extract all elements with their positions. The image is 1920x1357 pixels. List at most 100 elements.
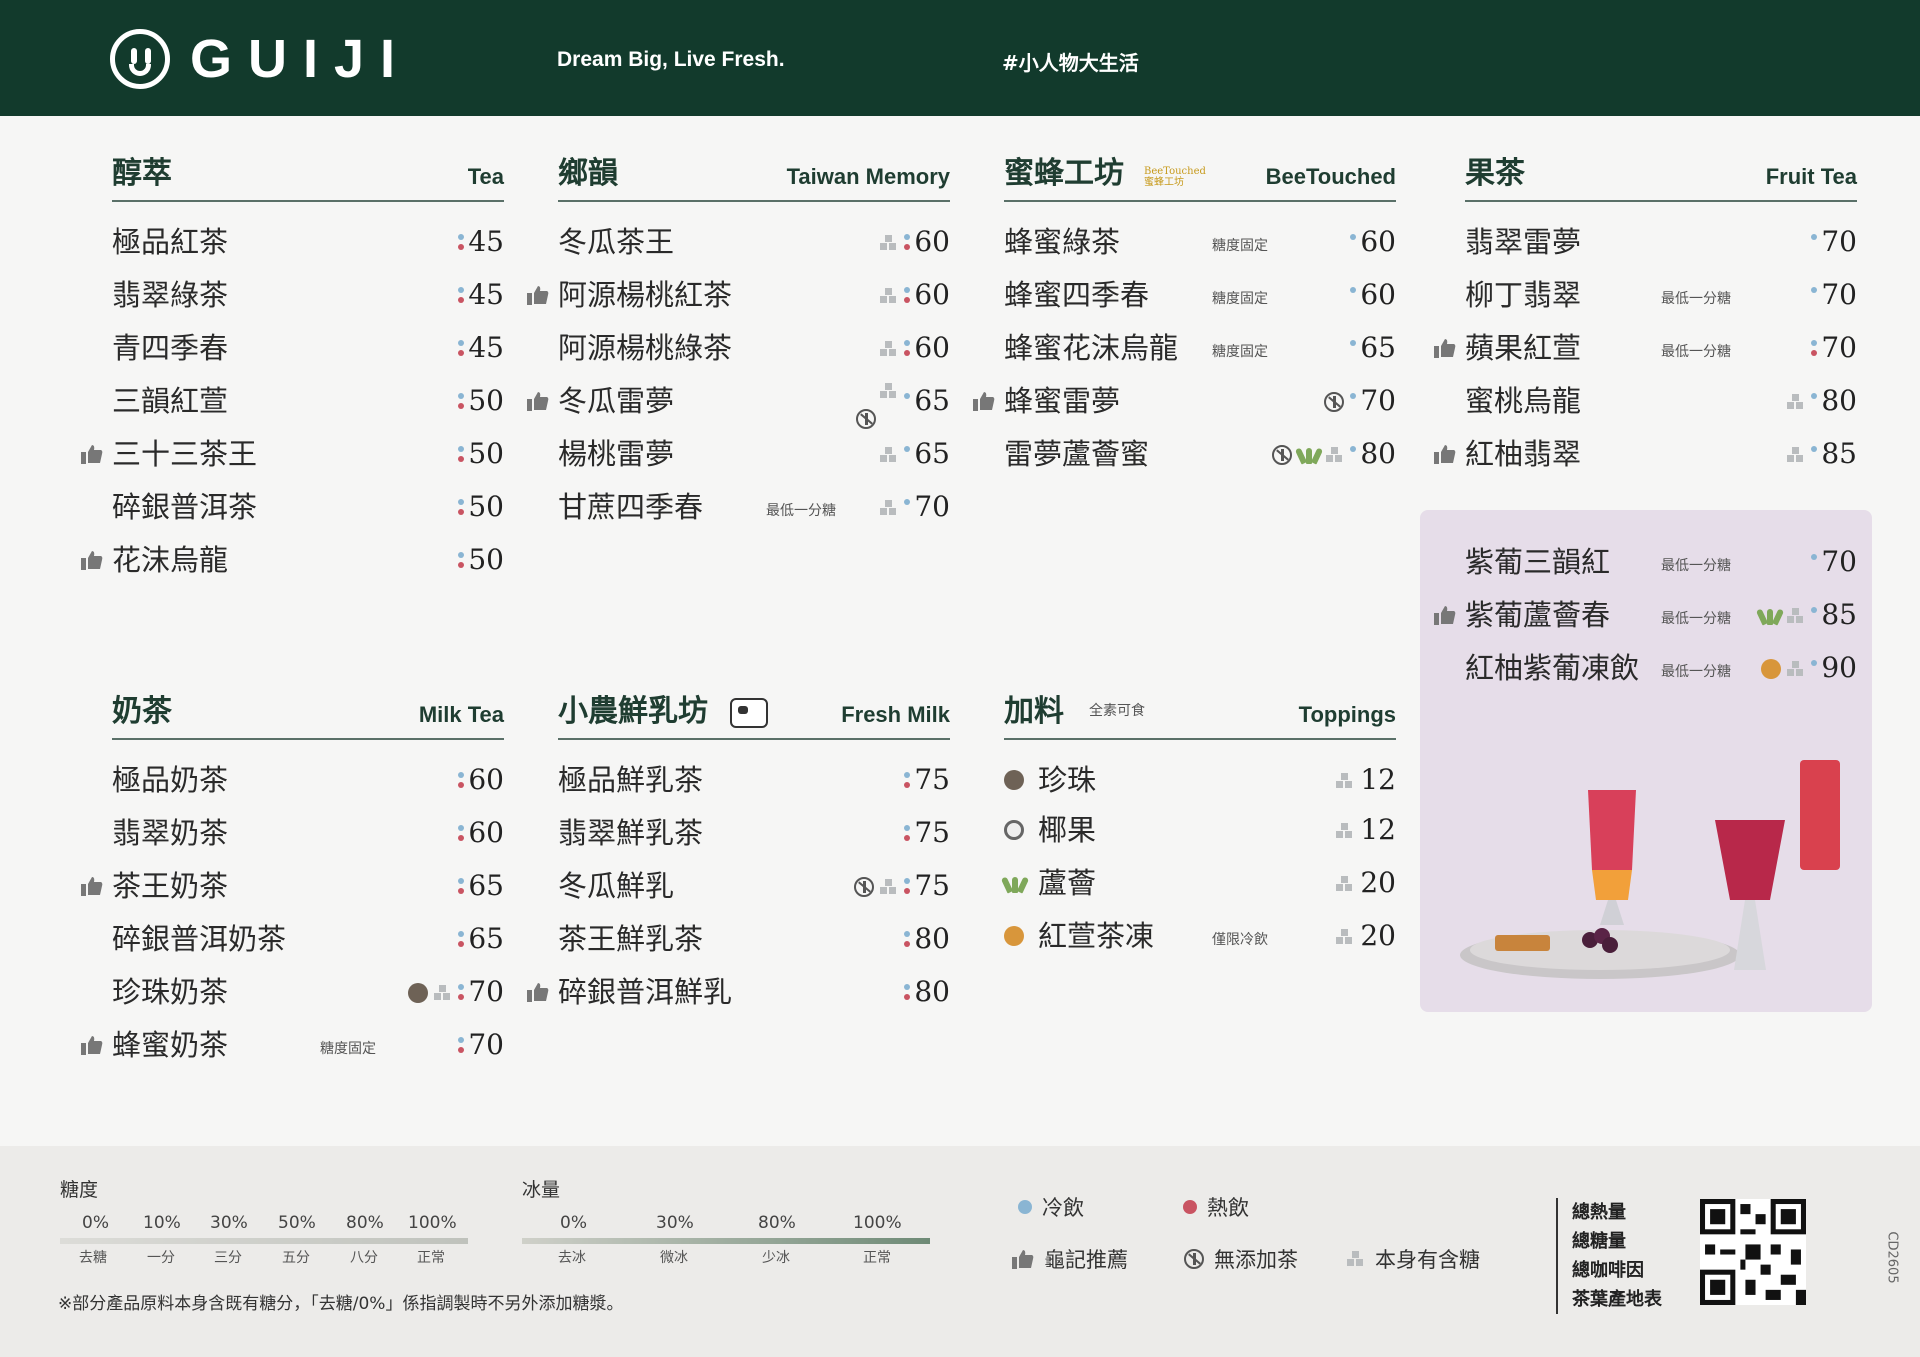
menu-item[interactable]: 青四季春 45 — [112, 328, 504, 368]
cold-dot-icon — [1350, 232, 1358, 254]
sugar-cubes-icon — [880, 500, 898, 516]
cold-hot-dots-icon — [458, 770, 466, 792]
menu-item[interactable]: 蜂蜜綠茶 糖度固定 60 — [1004, 222, 1396, 262]
section-toppings: 加料 全素可食 Toppings 珍珠 12 椰果 12 蘆薈 20 紅萱茶凍 僅限冷飲… — [1000, 688, 1396, 953]
sugar-cubes-icon — [880, 447, 898, 463]
cold-hot-dots-icon — [904, 876, 912, 898]
no-added-tea-icon — [856, 409, 876, 429]
no-added-tea-icon — [854, 877, 874, 897]
item-note: 糖度固定 — [320, 1041, 376, 1057]
item-note: 最低一分糖 — [1661, 291, 1731, 307]
menu-item[interactable]: 蜂蜜四季春 糖度固定 60 — [1004, 275, 1396, 315]
menu-item[interactable]: 翡翠鮮乳茶 75 — [558, 813, 950, 853]
menu-item[interactable]: 翡翠綠茶 45 — [112, 275, 504, 315]
print-code: CD2605 — [1884, 1231, 1900, 1284]
section-header: 加料 全素可食 Toppings — [1004, 688, 1396, 740]
sugar-level: 10% — [143, 1213, 181, 1233]
menu-item[interactable]: 阿源楊桃紅茶 60 — [527, 275, 950, 315]
menu-item[interactable]: 極品紅茶 45 — [112, 222, 504, 262]
nutrition-info-list[interactable]: 總熱量 總糖量 總咖啡因 茶葉產地表 — [1556, 1198, 1662, 1314]
menu-item[interactable]: 阿源楊桃綠茶 60 — [558, 328, 950, 368]
menu-item[interactable]: 蜜桃烏龍 80 — [1465, 381, 1857, 421]
menu-item[interactable]: 冬瓜雷夢 65 — [527, 381, 950, 429]
menu-item[interactable]: 翡翠奶茶 60 — [112, 813, 504, 853]
menu-item[interactable]: 三韻紅萱 50 — [112, 381, 504, 421]
section-bee-touched: 蜜蜂工坊 BeeTouched 蜜蜂工坊 BeeTouched 蜂蜜綠茶 糖度固定 6… — [973, 150, 1396, 471]
item-note: 最低一分糖 — [1661, 664, 1731, 680]
tea-jelly-icon — [1761, 659, 1781, 679]
legend-contains-sugar: 本身有含糖 — [1347, 1244, 1480, 1274]
menu-item[interactable]: 紅柚翡翠 85 — [1434, 434, 1857, 474]
info-item: 總咖啡因 — [1572, 1260, 1644, 1281]
menu-item[interactable]: 紫葡三韻紅 最低一分糖 70 — [1465, 542, 1857, 582]
sugar-cubes-icon — [1787, 394, 1805, 410]
thumbs-up-icon — [973, 392, 995, 411]
footnote: ※部分產品原料本身含既有糖分，「去糖/0%」係指調製時不另外添加糖漿。 — [58, 1294, 624, 1314]
menu-item[interactable]: 極品奶茶 60 — [112, 760, 504, 800]
section-title-en: BeeTouched — [1265, 164, 1396, 189]
qr-code-icon[interactable] — [1700, 1199, 1806, 1305]
menu-item[interactable]: 雷夢蘆薈蜜 80 — [1004, 434, 1396, 474]
menu-item[interactable]: 紅萱茶凍 僅限冷飲 20 — [1004, 916, 1396, 956]
cold-hot-dots-icon — [458, 232, 466, 254]
info-item: 總熱量 — [1572, 1202, 1626, 1223]
menu-item[interactable]: 蘋果紅萱 最低一分糖 70 — [1434, 328, 1857, 368]
menu-item[interactable]: 蜂蜜花沫烏龍 糖度固定 65 — [1004, 328, 1396, 368]
menu-item[interactable]: 極品鮮乳茶 75 — [558, 760, 950, 800]
cold-hot-dots-icon — [904, 497, 912, 519]
thumbs-up-icon — [527, 983, 549, 1002]
cold-hot-dots-icon — [458, 550, 466, 572]
cold-hot-dots-icon — [904, 232, 912, 254]
ice-name: 去冰 — [558, 1250, 586, 1266]
section-header: 蜜蜂工坊 BeeTouched 蜜蜂工坊 BeeTouched — [1004, 150, 1396, 202]
sugar-name: 一分 — [147, 1250, 175, 1266]
menu-item[interactable]: 蜂蜜雷夢 70 — [973, 381, 1396, 421]
menu-item[interactable]: 紅柚紫葡凍飲 最低一分糖 90 — [1465, 648, 1857, 688]
menu-item[interactable]: 三十三茶王 50 — [81, 434, 504, 474]
sugar-cubes-icon — [1787, 447, 1805, 463]
menu-item[interactable]: 甘蔗四季春 最低一分糖 70 — [558, 487, 950, 527]
item-note: 糖度固定 — [1212, 238, 1268, 254]
brand-logo: GUIJI — [110, 28, 411, 90]
menu-item[interactable]: 冬瓜鮮乳 75 — [558, 866, 950, 906]
cold-hot-dots-icon — [458, 876, 466, 898]
menu-item[interactable]: 茶王鮮乳茶 80 — [558, 919, 950, 959]
ice-level: 100% — [853, 1213, 902, 1233]
section-header: 醇萃 Tea — [112, 150, 504, 202]
menu-item[interactable]: 蘆薈 20 — [1000, 863, 1396, 903]
cold-hot-dots-icon — [904, 982, 912, 1004]
menu-item[interactable]: 碎銀普洱奶茶 65 — [112, 919, 504, 959]
aloe-icon — [1000, 875, 1030, 894]
menu-item[interactable]: 紫葡蘆薈春 最低一分糖 85 — [1434, 595, 1857, 635]
sugar-cubes-icon — [1336, 773, 1354, 789]
item-note: 僅限冷飲 — [1212, 932, 1268, 948]
cold-dot-icon — [1811, 444, 1819, 466]
item-note: 最低一分糖 — [1661, 611, 1731, 627]
menu-item[interactable]: 蜂蜜奶茶 糖度固定 70 — [81, 1025, 504, 1065]
menu-item[interactable]: 茶王奶茶 65 — [81, 866, 504, 906]
aloe-icon — [1294, 446, 1324, 465]
item-note: 最低一分糖 — [1661, 344, 1731, 360]
info-item: 總糖量 — [1572, 1231, 1626, 1252]
sugar-label: 糖度 — [60, 1179, 99, 1201]
menu-item[interactable]: 柳丁翡翠 最低一分糖 70 — [1465, 275, 1857, 315]
menu-item[interactable]: 花沫烏龍 50 — [81, 540, 504, 580]
cold-hot-dots-icon — [904, 444, 912, 466]
legend-hot: 熱飲 — [1183, 1192, 1249, 1222]
menu-item[interactable]: 珍珠 12 — [1004, 760, 1396, 800]
menu-item[interactable]: 翡翠雷夢 70 — [1465, 222, 1857, 262]
menu-item[interactable]: 冬瓜茶王 60 — [558, 222, 950, 262]
menu-item[interactable]: 珍珠奶茶 70 — [112, 972, 504, 1012]
section-title-en: Tea — [467, 164, 504, 189]
section-fruit-tea: 果茶 Fruit Tea 翡翠雷夢 70 柳丁翡翠 最低一分糖 70 蘋果紅萱 最低一分… — [1434, 150, 1857, 471]
menu-item[interactable]: 碎銀普洱鮮乳 80 — [527, 972, 950, 1012]
section-title: 果茶 — [1465, 156, 1525, 191]
hot-dot-icon — [1183, 1200, 1197, 1214]
section-title: 奶茶 — [112, 694, 172, 729]
menu-item[interactable]: 碎銀普洱茶 50 — [112, 487, 504, 527]
thumbs-up-icon — [1434, 606, 1456, 625]
menu-item[interactable]: 楊桃雷夢 65 — [558, 434, 950, 474]
sugar-cubes-icon — [1336, 876, 1354, 892]
thumbs-up-icon — [81, 877, 103, 896]
menu-item[interactable]: 椰果 12 — [1004, 810, 1396, 850]
